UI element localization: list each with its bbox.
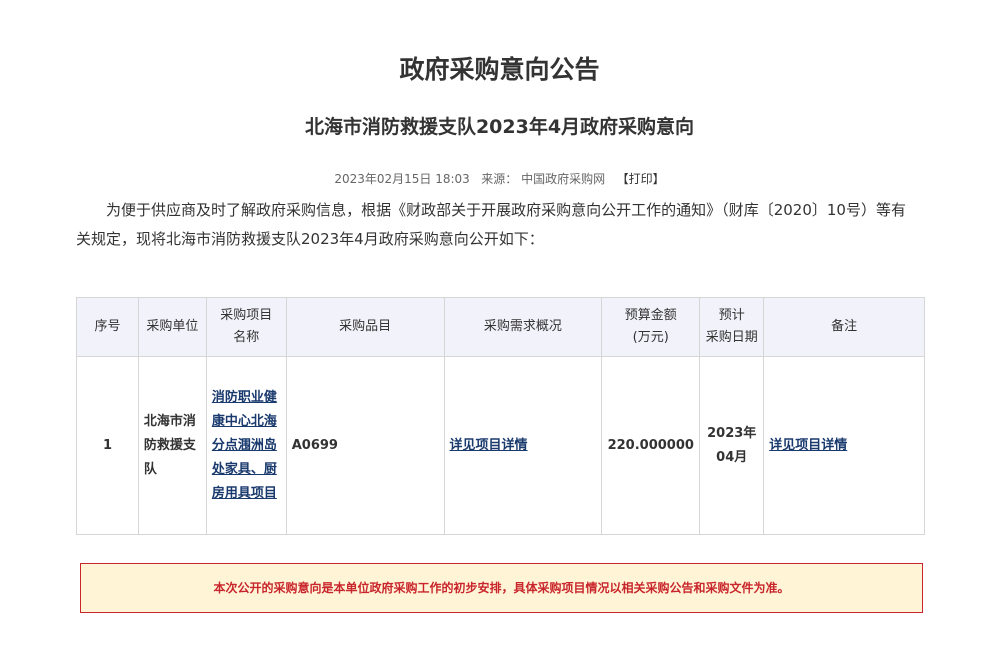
- page-title: 政府采购意向公告: [399, 55, 600, 84]
- intro-paragraph: 为便于供应商及时了解政府采购信息，根据《财政部关于开展政府采购意向公开工作的通知…: [76, 201, 906, 248]
- table-row: 1 北海市消防救援支队 消防职业健康中心北海分点涠洲岛处家具、厨房用具项目 A0…: [76, 356, 925, 535]
- cell-unit: 北海市消防救援支队: [137, 356, 207, 535]
- source-label: 来源：: [481, 172, 518, 186]
- meta-info: 2023年02月15日 18:03 来源： 中国政府采购网 【打印】: [0, 170, 999, 188]
- remark-detail-link[interactable]: 详见项目详情: [769, 438, 847, 453]
- header-project-line2: 名称: [233, 330, 260, 345]
- header-budget: 预算金额 (万元): [601, 297, 701, 357]
- header-project-line1: 采购项目: [220, 308, 273, 323]
- cell-category: A0699: [285, 356, 445, 535]
- table-header-row: 序号 采购单位 采购项目 名称 采购品目 采购需求概况 预算金额 (万元) 预计…: [76, 297, 925, 357]
- project-name-link[interactable]: 消防职业健康中心北海分点涠洲岛处家具、厨房用具项目: [212, 390, 277, 501]
- cell-budget: 220.000000: [601, 356, 701, 535]
- cell-date: 2023年04月: [699, 356, 765, 535]
- cell-project: 消防职业健康中心北海分点涠洲岛处家具、厨房用具项目: [205, 356, 287, 535]
- header-date-line1: 预计: [718, 308, 745, 323]
- header-budget-line2: (万元): [632, 330, 669, 345]
- header-budget-line1: 预算金额: [624, 308, 677, 323]
- header-seq: 序号: [76, 297, 139, 357]
- demand-detail-link[interactable]: 详见项目详情: [450, 438, 528, 453]
- header-date-line2: 采购日期: [705, 330, 758, 345]
- announcement-page: 政府采购意向公告 北海市消防救援支队2023年4月政府采购意向 2023年02月…: [0, 0, 999, 667]
- announcement-subtitle: 北海市消防救援支队2023年4月政府采购意向: [304, 116, 695, 138]
- print-link[interactable]: 【打印】: [617, 172, 665, 186]
- cell-seq: 1: [76, 356, 139, 535]
- header-date: 预计 采购日期: [699, 297, 765, 357]
- source-name: 中国政府采购网: [521, 172, 606, 186]
- procurement-intent-table: 序号 采购单位 采购项目 名称 采购品目 采购需求概况 预算金额 (万元) 预计…: [76, 297, 925, 535]
- header-project: 采购项目 名称: [205, 297, 287, 357]
- cell-demand: 详见项目详情: [443, 356, 603, 535]
- header-demand: 采购需求概况: [443, 297, 603, 357]
- header-category: 采购品目: [285, 297, 445, 357]
- publish-datetime: 2023年02月15日 18:03: [334, 172, 470, 186]
- notice-box: 本次公开的采购意向是本单位政府采购工作的初步安排，具体采购项目情况以相关采购公告…: [80, 563, 923, 613]
- cell-remark: 详见项目详情: [763, 356, 925, 535]
- header-unit: 采购单位: [137, 297, 207, 357]
- header-remark: 备注: [763, 297, 925, 357]
